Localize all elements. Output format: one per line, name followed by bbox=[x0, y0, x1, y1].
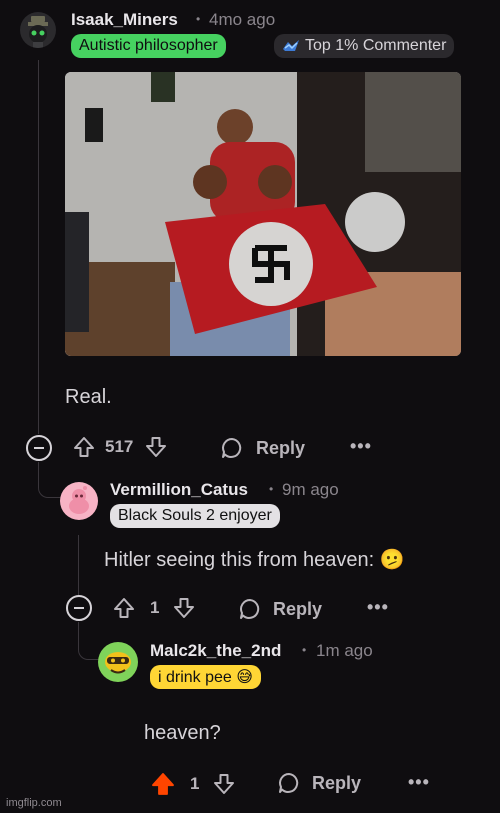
top-commenter-icon bbox=[282, 39, 300, 53]
reply-button[interactable]: Reply bbox=[238, 597, 322, 621]
collapse-icon[interactable] bbox=[66, 595, 92, 621]
downvote-icon[interactable] bbox=[213, 773, 235, 795]
upvote-icon[interactable] bbox=[151, 772, 175, 796]
separator: • bbox=[302, 643, 307, 657]
username[interactable]: Vermillion_Catus bbox=[110, 480, 248, 500]
separator: • bbox=[269, 482, 274, 496]
upvote-icon[interactable] bbox=[73, 436, 95, 458]
flair-label: Black Souls 2 enjoyer bbox=[118, 507, 272, 524]
comment-body: Real. bbox=[65, 386, 112, 408]
user-flair: Autistic philosopher bbox=[71, 34, 226, 58]
more-options-icon[interactable]: ••• bbox=[367, 597, 389, 618]
vote-control: 1 bbox=[113, 597, 195, 619]
avatar[interactable] bbox=[60, 482, 98, 520]
more-options-icon[interactable]: ••• bbox=[350, 436, 372, 457]
watermark: imgflip.com bbox=[6, 797, 62, 809]
comment-bubble-icon bbox=[277, 771, 301, 795]
comment-body: Hitler seeing this from heaven: 🫤 bbox=[104, 549, 405, 571]
avatar[interactable] bbox=[98, 642, 138, 682]
vote-count: 1 bbox=[150, 598, 160, 617]
reply-button[interactable]: Reply bbox=[277, 771, 361, 795]
separator: • bbox=[196, 12, 201, 26]
username[interactable]: Malc2k_the_2nd bbox=[150, 641, 281, 661]
downvote-icon[interactable] bbox=[145, 436, 167, 458]
comment-image[interactable] bbox=[65, 72, 461, 356]
timestamp: 9m ago bbox=[282, 480, 339, 499]
comment-body: heaven? bbox=[144, 722, 221, 744]
vote-count: 1 bbox=[190, 774, 200, 793]
vote-control: 1 bbox=[151, 772, 235, 796]
flair-label: Autistic philosopher bbox=[79, 37, 218, 54]
thread-line bbox=[78, 535, 79, 595]
thread-branch bbox=[78, 622, 100, 660]
top-commenter-badge: Top 1% Commenter bbox=[274, 34, 455, 58]
timestamp: 1m ago bbox=[316, 641, 373, 660]
username[interactable]: Isaak_Miners bbox=[71, 10, 178, 30]
vote-count: 517 bbox=[105, 437, 134, 456]
upvote-icon[interactable] bbox=[113, 597, 135, 619]
user-flair: Black Souls 2 enjoyer bbox=[110, 504, 280, 528]
avatar[interactable] bbox=[20, 12, 56, 48]
flair-label: i drink pee 😅 bbox=[158, 669, 253, 686]
collapse-icon[interactable] bbox=[26, 435, 52, 461]
reply-label: Reply bbox=[256, 437, 306, 458]
timestamp: 4mo ago bbox=[209, 10, 276, 29]
reply-button[interactable]: Reply bbox=[220, 436, 305, 460]
reply-label: Reply bbox=[312, 772, 362, 793]
thread-line bbox=[38, 60, 39, 434]
flair-label: Top 1% Commenter bbox=[305, 37, 447, 54]
downvote-icon[interactable] bbox=[173, 597, 195, 619]
more-options-icon[interactable]: ••• bbox=[408, 772, 430, 793]
thread-branch bbox=[38, 462, 60, 498]
reply-label: Reply bbox=[273, 598, 323, 619]
user-flair: i drink pee 😅 bbox=[150, 665, 261, 689]
vote-control: 517 bbox=[73, 436, 167, 458]
comment-bubble-icon bbox=[238, 597, 262, 621]
comment-bubble-icon bbox=[220, 436, 244, 460]
